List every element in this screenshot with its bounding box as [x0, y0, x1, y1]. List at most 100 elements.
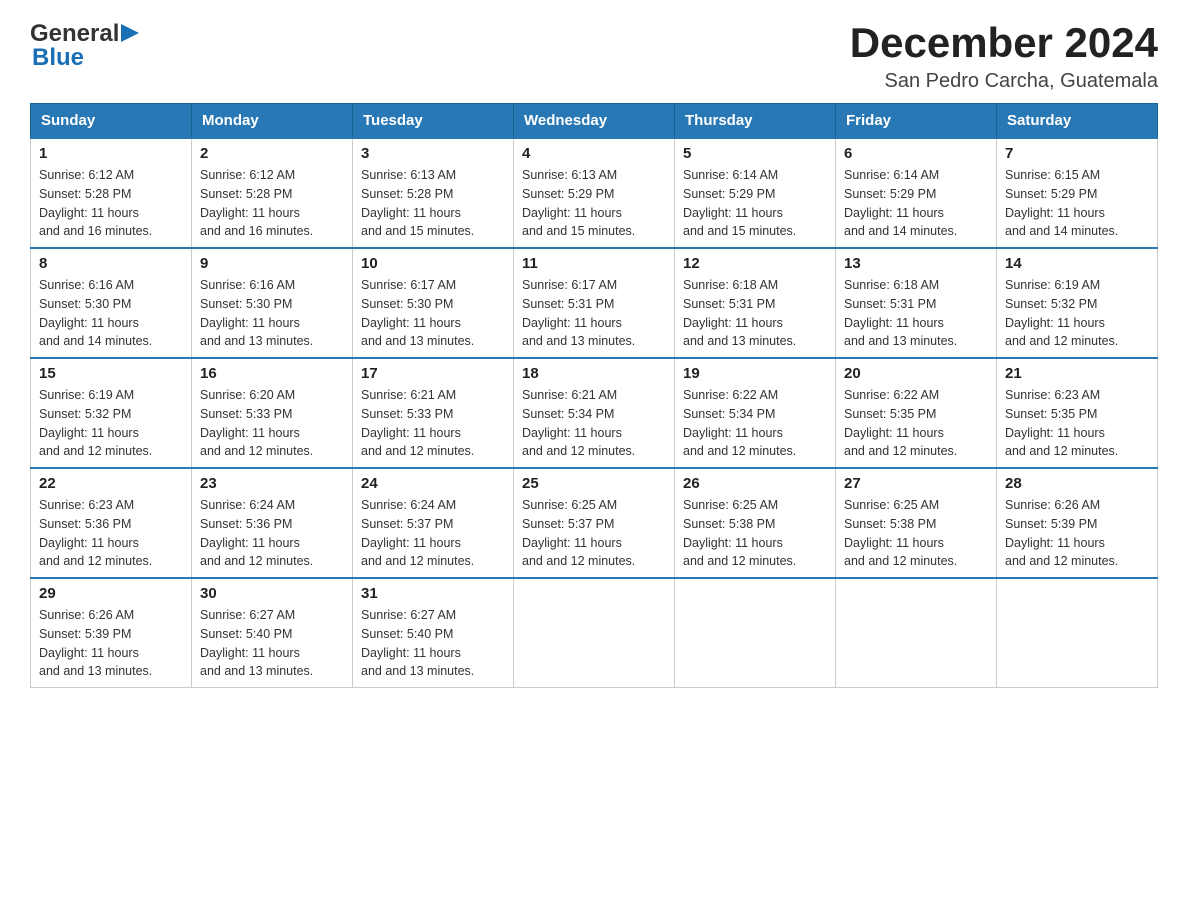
day-number: 16 — [200, 365, 344, 382]
day-number: 9 — [200, 255, 344, 272]
logo-blue-text: Blue — [32, 44, 84, 72]
day-number: 18 — [522, 365, 666, 382]
calendar-cell: 12 Sunrise: 6:18 AMSunset: 5:31 PMDaylig… — [675, 248, 836, 358]
day-info: Sunrise: 6:19 AMSunset: 5:32 PMDaylight:… — [39, 388, 152, 458]
day-info: Sunrise: 6:24 AMSunset: 5:36 PMDaylight:… — [200, 498, 313, 568]
calendar-cell: 29 Sunrise: 6:26 AMSunset: 5:39 PMDaylig… — [31, 578, 192, 688]
day-info: Sunrise: 6:18 AMSunset: 5:31 PMDaylight:… — [844, 278, 957, 348]
day-number: 25 — [522, 475, 666, 492]
day-number: 11 — [522, 255, 666, 272]
weekday-header-friday: Friday — [836, 104, 997, 139]
calendar-cell — [675, 578, 836, 688]
day-info: Sunrise: 6:25 AMSunset: 5:38 PMDaylight:… — [683, 498, 796, 568]
calendar-cell: 14 Sunrise: 6:19 AMSunset: 5:32 PMDaylig… — [997, 248, 1158, 358]
day-number: 26 — [683, 475, 827, 492]
calendar-week-row: 15 Sunrise: 6:19 AMSunset: 5:32 PMDaylig… — [31, 358, 1158, 468]
calendar-cell: 16 Sunrise: 6:20 AMSunset: 5:33 PMDaylig… — [192, 358, 353, 468]
day-number: 14 — [1005, 255, 1149, 272]
calendar-subtitle: San Pedro Carcha, Guatemala — [850, 70, 1158, 93]
day-number: 4 — [522, 145, 666, 162]
calendar-cell: 21 Sunrise: 6:23 AMSunset: 5:35 PMDaylig… — [997, 358, 1158, 468]
calendar-cell: 28 Sunrise: 6:26 AMSunset: 5:39 PMDaylig… — [997, 468, 1158, 578]
calendar-cell: 27 Sunrise: 6:25 AMSunset: 5:38 PMDaylig… — [836, 468, 997, 578]
day-number: 17 — [361, 365, 505, 382]
weekday-header-row: SundayMondayTuesdayWednesdayThursdayFrid… — [31, 104, 1158, 139]
day-info: Sunrise: 6:20 AMSunset: 5:33 PMDaylight:… — [200, 388, 313, 458]
calendar-week-row: 29 Sunrise: 6:26 AMSunset: 5:39 PMDaylig… — [31, 578, 1158, 688]
calendar-cell: 1 Sunrise: 6:12 AMSunset: 5:28 PMDayligh… — [31, 138, 192, 248]
day-info: Sunrise: 6:12 AMSunset: 5:28 PMDaylight:… — [39, 168, 152, 238]
day-info: Sunrise: 6:13 AMSunset: 5:28 PMDaylight:… — [361, 168, 474, 238]
calendar-cell: 24 Sunrise: 6:24 AMSunset: 5:37 PMDaylig… — [353, 468, 514, 578]
day-info: Sunrise: 6:24 AMSunset: 5:37 PMDaylight:… — [361, 498, 474, 568]
day-number: 29 — [39, 585, 183, 602]
calendar-cell: 30 Sunrise: 6:27 AMSunset: 5:40 PMDaylig… — [192, 578, 353, 688]
calendar-cell: 23 Sunrise: 6:24 AMSunset: 5:36 PMDaylig… — [192, 468, 353, 578]
calendar-cell: 8 Sunrise: 6:16 AMSunset: 5:30 PMDayligh… — [31, 248, 192, 358]
page-header: General Blue December 2024 San Pedro Car… — [30, 20, 1158, 93]
calendar-cell: 17 Sunrise: 6:21 AMSunset: 5:33 PMDaylig… — [353, 358, 514, 468]
weekday-header-tuesday: Tuesday — [353, 104, 514, 139]
day-number: 27 — [844, 475, 988, 492]
day-info: Sunrise: 6:25 AMSunset: 5:38 PMDaylight:… — [844, 498, 957, 568]
calendar-cell — [836, 578, 997, 688]
day-number: 2 — [200, 145, 344, 162]
weekday-header-wednesday: Wednesday — [514, 104, 675, 139]
calendar-week-row: 8 Sunrise: 6:16 AMSunset: 5:30 PMDayligh… — [31, 248, 1158, 358]
weekday-header-thursday: Thursday — [675, 104, 836, 139]
day-info: Sunrise: 6:26 AMSunset: 5:39 PMDaylight:… — [39, 608, 152, 678]
day-number: 15 — [39, 365, 183, 382]
day-number: 10 — [361, 255, 505, 272]
day-number: 19 — [683, 365, 827, 382]
day-info: Sunrise: 6:17 AMSunset: 5:30 PMDaylight:… — [361, 278, 474, 348]
day-info: Sunrise: 6:22 AMSunset: 5:35 PMDaylight:… — [844, 388, 957, 458]
day-info: Sunrise: 6:26 AMSunset: 5:39 PMDaylight:… — [1005, 498, 1118, 568]
calendar-cell: 13 Sunrise: 6:18 AMSunset: 5:31 PMDaylig… — [836, 248, 997, 358]
calendar-cell: 6 Sunrise: 6:14 AMSunset: 5:29 PMDayligh… — [836, 138, 997, 248]
day-info: Sunrise: 6:25 AMSunset: 5:37 PMDaylight:… — [522, 498, 635, 568]
day-info: Sunrise: 6:27 AMSunset: 5:40 PMDaylight:… — [200, 608, 313, 678]
day-number: 8 — [39, 255, 183, 272]
day-info: Sunrise: 6:14 AMSunset: 5:29 PMDaylight:… — [683, 168, 796, 238]
title-block: December 2024 San Pedro Carcha, Guatemal… — [850, 20, 1158, 93]
day-number: 20 — [844, 365, 988, 382]
day-info: Sunrise: 6:23 AMSunset: 5:35 PMDaylight:… — [1005, 388, 1118, 458]
day-number: 13 — [844, 255, 988, 272]
calendar-cell: 3 Sunrise: 6:13 AMSunset: 5:28 PMDayligh… — [353, 138, 514, 248]
day-number: 5 — [683, 145, 827, 162]
day-number: 30 — [200, 585, 344, 602]
calendar-cell: 20 Sunrise: 6:22 AMSunset: 5:35 PMDaylig… — [836, 358, 997, 468]
day-info: Sunrise: 6:21 AMSunset: 5:33 PMDaylight:… — [361, 388, 474, 458]
calendar-cell: 10 Sunrise: 6:17 AMSunset: 5:30 PMDaylig… — [353, 248, 514, 358]
day-number: 24 — [361, 475, 505, 492]
calendar-cell: 5 Sunrise: 6:14 AMSunset: 5:29 PMDayligh… — [675, 138, 836, 248]
day-info: Sunrise: 6:15 AMSunset: 5:29 PMDaylight:… — [1005, 168, 1118, 238]
day-info: Sunrise: 6:14 AMSunset: 5:29 PMDaylight:… — [844, 168, 957, 238]
day-info: Sunrise: 6:18 AMSunset: 5:31 PMDaylight:… — [683, 278, 796, 348]
day-number: 12 — [683, 255, 827, 272]
calendar-cell: 22 Sunrise: 6:23 AMSunset: 5:36 PMDaylig… — [31, 468, 192, 578]
logo-arrow-icon — [121, 22, 139, 44]
day-info: Sunrise: 6:22 AMSunset: 5:34 PMDaylight:… — [683, 388, 796, 458]
logo: General Blue — [30, 20, 139, 72]
day-number: 31 — [361, 585, 505, 602]
day-info: Sunrise: 6:17 AMSunset: 5:31 PMDaylight:… — [522, 278, 635, 348]
calendar-cell — [997, 578, 1158, 688]
day-info: Sunrise: 6:16 AMSunset: 5:30 PMDaylight:… — [200, 278, 313, 348]
day-info: Sunrise: 6:19 AMSunset: 5:32 PMDaylight:… — [1005, 278, 1118, 348]
day-info: Sunrise: 6:21 AMSunset: 5:34 PMDaylight:… — [522, 388, 635, 458]
calendar-cell — [514, 578, 675, 688]
calendar-cell: 15 Sunrise: 6:19 AMSunset: 5:32 PMDaylig… — [31, 358, 192, 468]
day-number: 6 — [844, 145, 988, 162]
day-number: 23 — [200, 475, 344, 492]
calendar-cell: 31 Sunrise: 6:27 AMSunset: 5:40 PMDaylig… — [353, 578, 514, 688]
day-number: 21 — [1005, 365, 1149, 382]
calendar-cell: 9 Sunrise: 6:16 AMSunset: 5:30 PMDayligh… — [192, 248, 353, 358]
day-info: Sunrise: 6:13 AMSunset: 5:29 PMDaylight:… — [522, 168, 635, 238]
day-number: 22 — [39, 475, 183, 492]
weekday-header-monday: Monday — [192, 104, 353, 139]
calendar-cell: 18 Sunrise: 6:21 AMSunset: 5:34 PMDaylig… — [514, 358, 675, 468]
day-number: 28 — [1005, 475, 1149, 492]
calendar-title: December 2024 — [850, 20, 1158, 66]
calendar-cell: 11 Sunrise: 6:17 AMSunset: 5:31 PMDaylig… — [514, 248, 675, 358]
